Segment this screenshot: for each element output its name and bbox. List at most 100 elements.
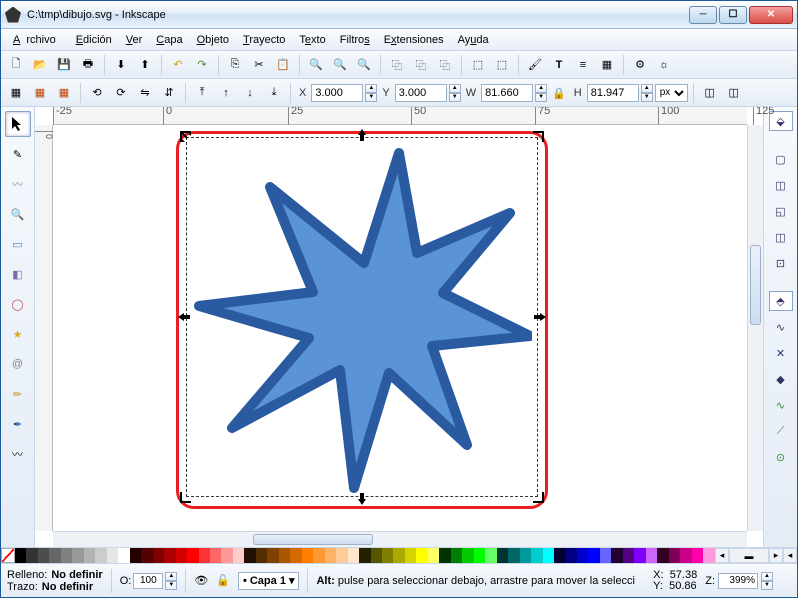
ungroup-button[interactable]: ⬚	[491, 54, 513, 76]
color-swatch[interactable]	[233, 548, 244, 563]
canvas[interactable]	[53, 125, 747, 531]
h-input[interactable]	[587, 84, 639, 102]
scrollbar-thumb[interactable]	[253, 534, 373, 545]
zoom-draw-button[interactable]: 🔍	[329, 54, 351, 76]
duplicate-button[interactable]: ⿻	[386, 54, 408, 76]
snap-bbox-edge[interactable]: ◫	[769, 175, 793, 195]
resize-handle-n[interactable]	[356, 129, 368, 141]
color-swatch[interactable]	[302, 548, 313, 563]
color-swatch[interactable]	[210, 548, 221, 563]
color-swatch[interactable]	[199, 548, 210, 563]
resize-handle-w[interactable]	[178, 311, 190, 323]
color-swatch[interactable]	[554, 548, 565, 563]
color-swatch[interactable]	[382, 548, 393, 563]
snap-path[interactable]: ∿	[769, 317, 793, 337]
palette-scroll-left[interactable]: ◂	[715, 548, 729, 563]
fill-stroke-button[interactable]: 🖌	[524, 54, 546, 76]
tweak-tool[interactable]: 〰	[5, 171, 31, 197]
selector-tool[interactable]	[5, 111, 31, 137]
h-spinner[interactable]: ▲▼	[641, 84, 653, 102]
import-button[interactable]: ⬇	[110, 54, 132, 76]
layer-selector[interactable]: • Capa 1 ▾	[238, 572, 299, 590]
palette-menu[interactable]: ◂	[783, 548, 797, 563]
snap-bbox-mid[interactable]: ◫	[769, 227, 793, 247]
raise-button[interactable]: ↑	[215, 82, 237, 104]
zoom-sel-button[interactable]: 🔍	[305, 54, 327, 76]
resize-handle-ne[interactable]	[532, 131, 544, 143]
color-swatch[interactable]	[118, 548, 129, 563]
color-swatch[interactable]	[508, 548, 519, 563]
ellipse-tool[interactable]: ◯	[5, 291, 31, 317]
affect-stroke-button[interactable]: ◫	[699, 82, 721, 104]
color-swatch[interactable]	[543, 548, 554, 563]
color-swatch[interactable]	[462, 548, 473, 563]
color-swatch[interactable]	[520, 548, 531, 563]
xml-button[interactable]: ≡	[572, 54, 594, 76]
print-button[interactable]: 🖶	[77, 54, 99, 76]
resize-handle-e[interactable]	[534, 311, 546, 323]
color-swatch[interactable]	[348, 548, 359, 563]
color-swatch[interactable]	[313, 548, 324, 563]
zoom-page-button[interactable]: 🔍	[353, 54, 375, 76]
color-swatch[interactable]	[279, 548, 290, 563]
deselect-button[interactable]: ▦	[53, 82, 75, 104]
w-input[interactable]	[481, 84, 533, 102]
copy-button[interactable]: ⎘	[224, 54, 246, 76]
color-swatch[interactable]	[439, 548, 450, 563]
horizontal-scrollbar[interactable]	[53, 531, 747, 547]
color-swatch[interactable]	[290, 548, 301, 563]
menu-objeto[interactable]: Objeto	[191, 32, 235, 48]
color-swatch[interactable]	[646, 548, 657, 563]
y-spinner[interactable]: ▲▼	[449, 84, 461, 102]
color-swatch[interactable]	[703, 548, 714, 563]
color-swatch[interactable]	[531, 548, 542, 563]
x-spinner[interactable]: ▲▼	[365, 84, 377, 102]
color-swatch[interactable]	[256, 548, 267, 563]
color-swatch[interactable]	[474, 548, 485, 563]
align-button[interactable]: ▦	[596, 54, 618, 76]
text-dialog-button[interactable]: T	[548, 54, 570, 76]
minimize-button[interactable]: ─	[689, 6, 717, 24]
color-swatch[interactable]	[72, 548, 83, 563]
menu-edicion[interactable]: Edición	[70, 32, 118, 48]
node-tool[interactable]: ✎	[5, 141, 31, 167]
color-swatch[interactable]	[38, 548, 49, 563]
prefs-button[interactable]: ⚙	[629, 54, 651, 76]
undo-button[interactable]: ↶	[167, 54, 189, 76]
x-input[interactable]	[311, 84, 363, 102]
color-swatch[interactable]	[416, 548, 427, 563]
color-swatch[interactable]	[267, 548, 278, 563]
color-swatch[interactable]	[428, 548, 439, 563]
resize-handle-se[interactable]	[532, 491, 544, 503]
snap-intersect[interactable]: ✕	[769, 343, 793, 363]
opacity-input[interactable]	[133, 573, 163, 589]
close-button[interactable]: ✕	[749, 6, 793, 24]
zoom-input[interactable]	[718, 573, 758, 589]
snap-center[interactable]: ⊙	[769, 447, 793, 467]
menu-ver[interactable]: Ver	[120, 32, 149, 48]
color-swatch[interactable]	[577, 548, 588, 563]
color-swatch[interactable]	[692, 548, 703, 563]
color-swatch[interactable]	[623, 548, 634, 563]
spiral-tool[interactable]: @	[5, 351, 31, 377]
menu-filtros[interactable]: Filtros	[334, 32, 376, 48]
docprops-button[interactable]: ☼	[653, 54, 675, 76]
zoom-spinner[interactable]: ▲▼	[761, 572, 773, 590]
color-swatch[interactable]	[566, 548, 577, 563]
flip-h-button[interactable]: ⇋	[134, 82, 156, 104]
rotate-ccw-button[interactable]: ⟲	[86, 82, 108, 104]
color-swatch[interactable]	[485, 548, 496, 563]
color-swatch[interactable]	[15, 548, 26, 563]
snap-bbox-corner[interactable]: ◱	[769, 201, 793, 221]
snap-nodes[interactable]: ⬘	[769, 291, 793, 311]
rect-tool[interactable]: ▭	[5, 231, 31, 257]
snap-midpoint[interactable]: ⟋	[769, 421, 793, 441]
opacity-spinner[interactable]: ▲▼	[165, 572, 177, 590]
cut-button[interactable]: ✂	[248, 54, 270, 76]
scrollbar-thumb[interactable]	[750, 245, 761, 325]
rotate-cw-button[interactable]: ⟳	[110, 82, 132, 104]
color-swatch[interactable]	[657, 548, 668, 563]
color-swatch[interactable]	[669, 548, 680, 563]
menu-archivo[interactable]: Archivo	[7, 32, 68, 48]
flip-v-button[interactable]: ⇵	[158, 82, 180, 104]
